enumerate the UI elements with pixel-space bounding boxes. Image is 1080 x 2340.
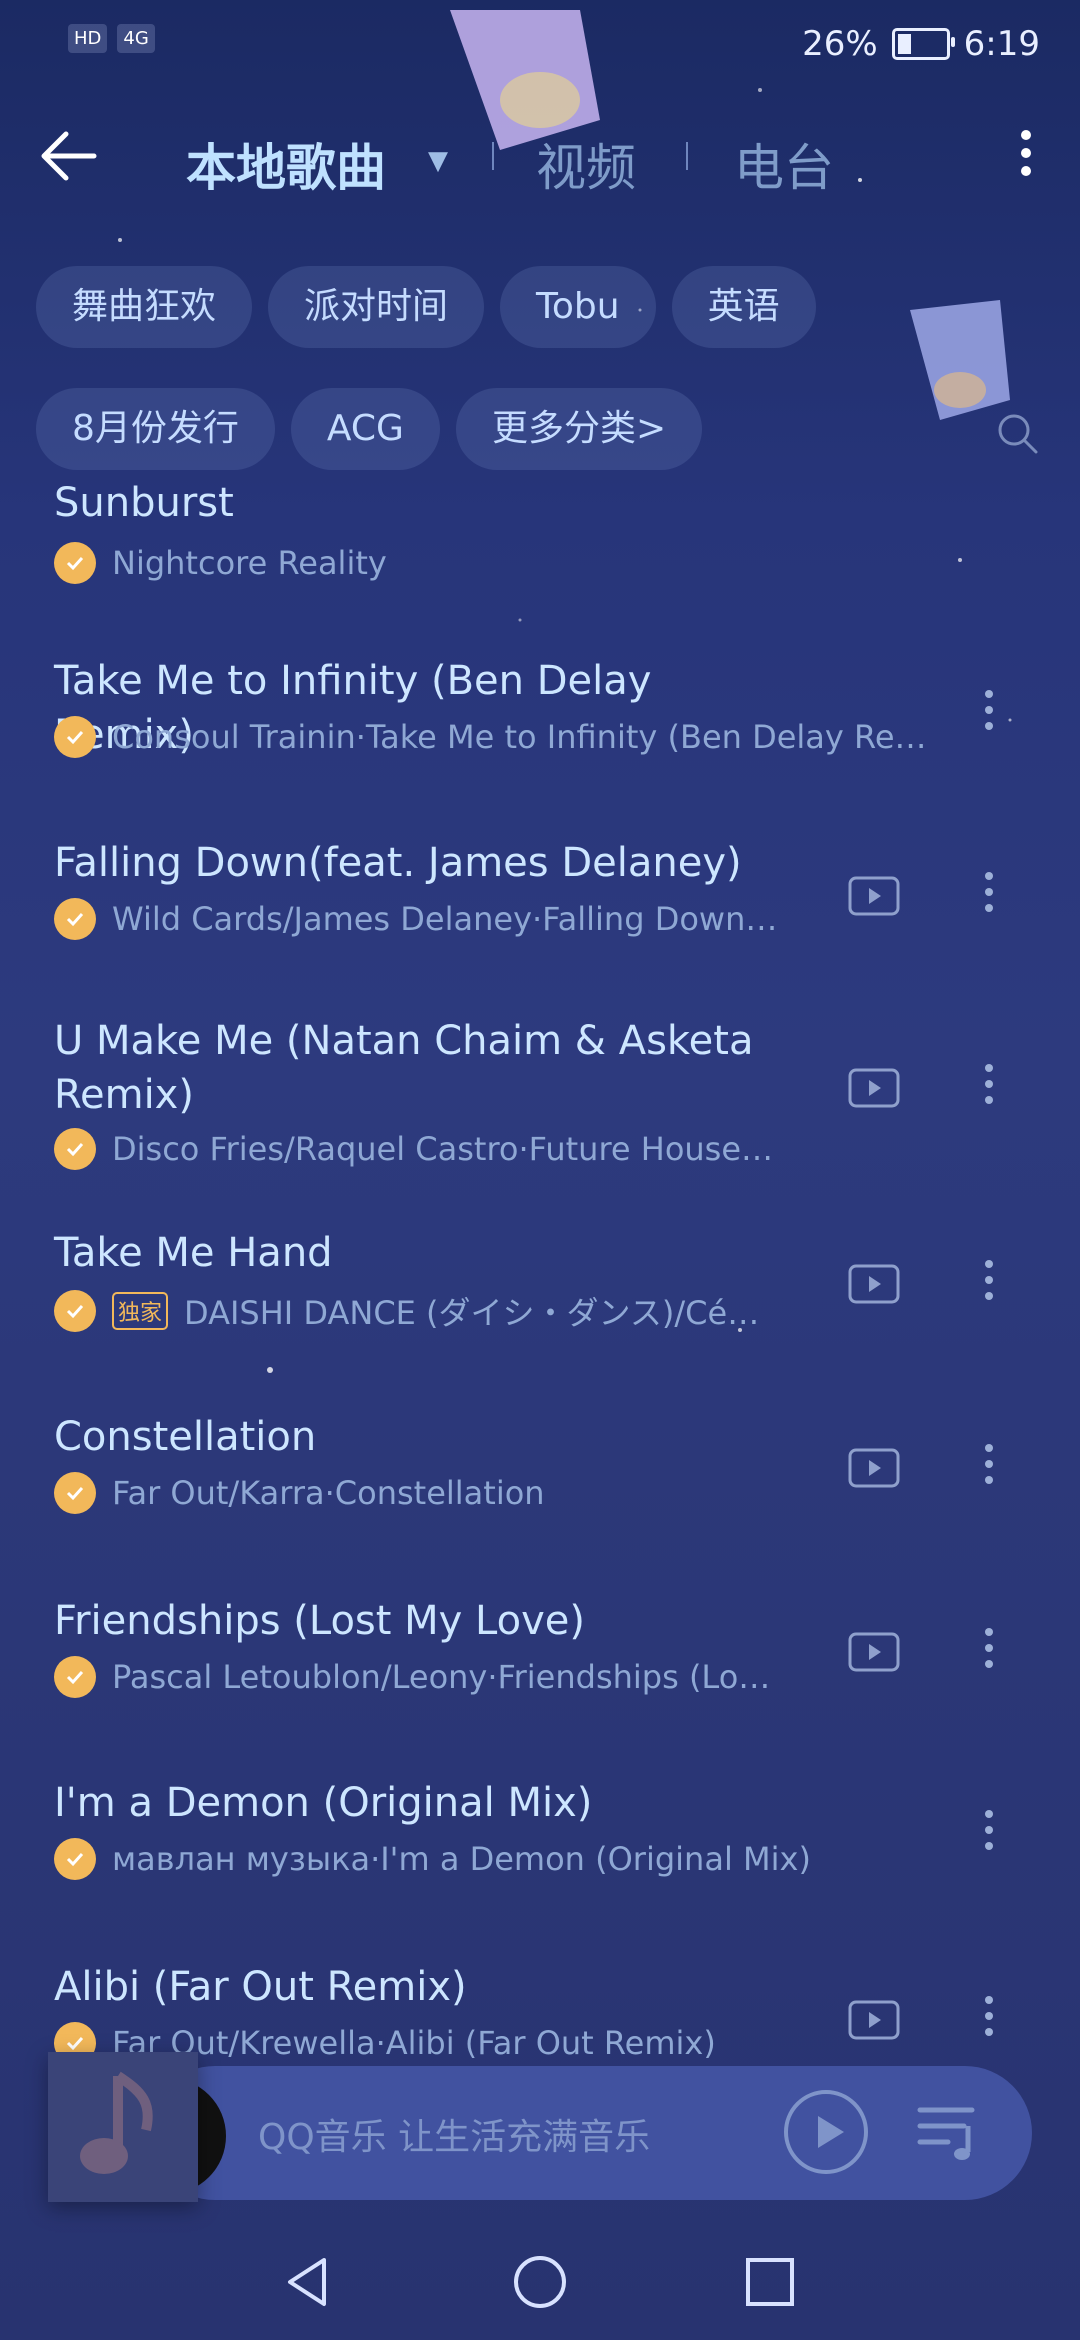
song-subtitle: Pascal Letoublon/Leony·Friendships (Lo… <box>112 1658 771 1696</box>
filter-chip-acg[interactable]: ACG <box>290 388 440 470</box>
signal-icon: 4G <box>117 24 155 53</box>
battery-icon <box>891 28 955 60</box>
filter-chip-august[interactable]: 8月份发行 <box>36 388 275 470</box>
more-icon[interactable] <box>974 682 1004 742</box>
battery-level <box>897 34 912 54</box>
status-time: 6:19 <box>963 24 1040 64</box>
play-icon[interactable] <box>782 2088 870 2176</box>
song-title: Falling Down(feat. James Delaney) <box>54 840 742 886</box>
tab-videos[interactable]: 视频 <box>536 128 636 200</box>
song-subtitle: Far Out/Karra·Constellation <box>112 1474 545 1512</box>
tab-divider <box>492 142 494 170</box>
app-header: 本地歌曲 ▼ 视频 电台 <box>0 90 1080 220</box>
song-title: Friendships (Lost My Love) <box>54 1598 585 1644</box>
player-placeholder: QQ音乐 让生活充满音乐 <box>258 2117 651 2158</box>
tab-local-songs[interactable]: 本地歌曲 <box>186 128 386 200</box>
song-subtitle: Consoul Trainin·Take Me to Infinity (Ben… <box>112 718 927 756</box>
exclusive-badge: 独家 <box>112 1292 169 1330</box>
playlist-icon[interactable] <box>914 2100 982 2162</box>
song-subtitle: мавлан музыка·I'm a Demon (Original Mix) <box>112 1840 811 1878</box>
hd-icon: HD <box>68 24 108 53</box>
video-icon[interactable] <box>848 1448 900 1488</box>
filter-chip-tobu[interactable]: Tobu <box>500 266 656 348</box>
check-icon <box>54 898 96 940</box>
song-title: Sunburst <box>54 480 234 526</box>
tab-divider <box>686 142 688 170</box>
song-meta: 独家 DAISHI DANCE (ダイシ・ダンス)/Cé… <box>54 1288 759 1334</box>
filter-row-2: 8月份发行 ACG 更多分类> <box>36 388 1036 470</box>
filter-chip-english[interactable]: 英语 <box>671 266 816 348</box>
chevron-down-icon[interactable]: ▼ <box>428 146 448 176</box>
check-icon <box>54 1838 96 1880</box>
mini-player[interactable]: QQ音乐 让生活充满音乐 <box>48 2052 1032 2202</box>
check-icon <box>54 542 96 584</box>
song-subtitle: DAISHI DANCE (ダイシ・ダンス)/Cé… <box>184 1294 760 1332</box>
filter-chip-dance[interactable]: 舞曲狂欢 <box>36 266 253 348</box>
music-note-icon <box>80 2071 153 2174</box>
song-subtitle: Wild Cards/James Delaney·Falling Down… <box>112 900 778 938</box>
check-icon <box>54 716 96 758</box>
more-icon[interactable] <box>974 864 1004 924</box>
status-left-icons: HD 4G <box>68 24 155 53</box>
more-icon[interactable] <box>974 1252 1004 1312</box>
song-title: Constellation <box>54 1414 317 1460</box>
song-meta: Pascal Letoublon/Leony·Friendships (Lo… <box>54 1656 770 1698</box>
nav-recents-icon[interactable] <box>742 2254 798 2310</box>
video-icon[interactable] <box>848 1632 900 1672</box>
song-meta: Far Out/Karra·Constellation <box>54 1472 545 1514</box>
more-icon[interactable] <box>974 1056 1004 1116</box>
check-icon <box>54 1290 96 1332</box>
kebab-icon[interactable] <box>1014 122 1038 192</box>
check-icon <box>54 1656 96 1698</box>
check-icon <box>54 1128 96 1170</box>
nav-back-icon[interactable] <box>280 2254 336 2310</box>
battery-percent: 26% <box>802 24 878 64</box>
song-subtitle: Disco Fries/Raquel Castro·Future House… <box>112 1130 774 1168</box>
system-nav-bar <box>0 2220 1080 2340</box>
song-subtitle: Far Out/Krewella·Alibi (Far Out Remix) <box>112 2024 716 2060</box>
status-bar: HD 4G 26% 6:19 <box>0 0 1080 90</box>
filter-chip-more[interactable]: 更多分类> <box>455 388 703 470</box>
check-icon <box>54 1472 96 1514</box>
song-meta: Wild Cards/James Delaney·Falling Down… <box>54 898 777 940</box>
song-meta: Disco Fries/Raquel Castro·Future House… <box>54 1128 773 1170</box>
status-right: 26% 6:19 <box>802 24 1040 64</box>
video-icon[interactable] <box>848 876 900 916</box>
nav-home-icon[interactable] <box>512 2254 568 2310</box>
arrow-left-icon[interactable] <box>36 124 100 188</box>
video-icon[interactable] <box>848 1068 900 1108</box>
more-icon[interactable] <box>974 1802 1004 1862</box>
song-title: Take Me Hand <box>54 1230 333 1276</box>
song-subtitle: Nightcore Reality <box>112 544 387 582</box>
song-title: U Make Me (Natan Chaim & Asketa Remix) <box>54 1018 754 1118</box>
song-list: Sunburst Nightcore Reality Take Me to In… <box>0 470 1080 2060</box>
search-icon[interactable] <box>994 410 1040 456</box>
song-title: I'm a Demon (Original Mix) <box>54 1780 593 1826</box>
song-title: Alibi (Far Out Remix) <box>54 1964 467 2010</box>
more-icon[interactable] <box>974 1988 1004 2048</box>
song-meta: мавлан музыка·I'm a Demon (Original Mix) <box>54 1838 811 1880</box>
filter-chip-party[interactable]: 派对时间 <box>268 266 485 348</box>
song-meta: Consoul Trainin·Take Me to Infinity (Ben… <box>54 716 927 758</box>
album-cover[interactable] <box>48 2052 198 2202</box>
more-icon[interactable] <box>974 1620 1004 1680</box>
song-meta: Nightcore Reality <box>54 542 387 584</box>
tab-radio[interactable]: 电台 <box>734 128 834 200</box>
video-icon[interactable] <box>848 2000 900 2040</box>
video-icon[interactable] <box>848 1264 900 1304</box>
more-icon[interactable] <box>974 1436 1004 1496</box>
filter-row-1: 舞曲狂欢 派对时间 Tobu 英语 <box>36 266 1036 348</box>
